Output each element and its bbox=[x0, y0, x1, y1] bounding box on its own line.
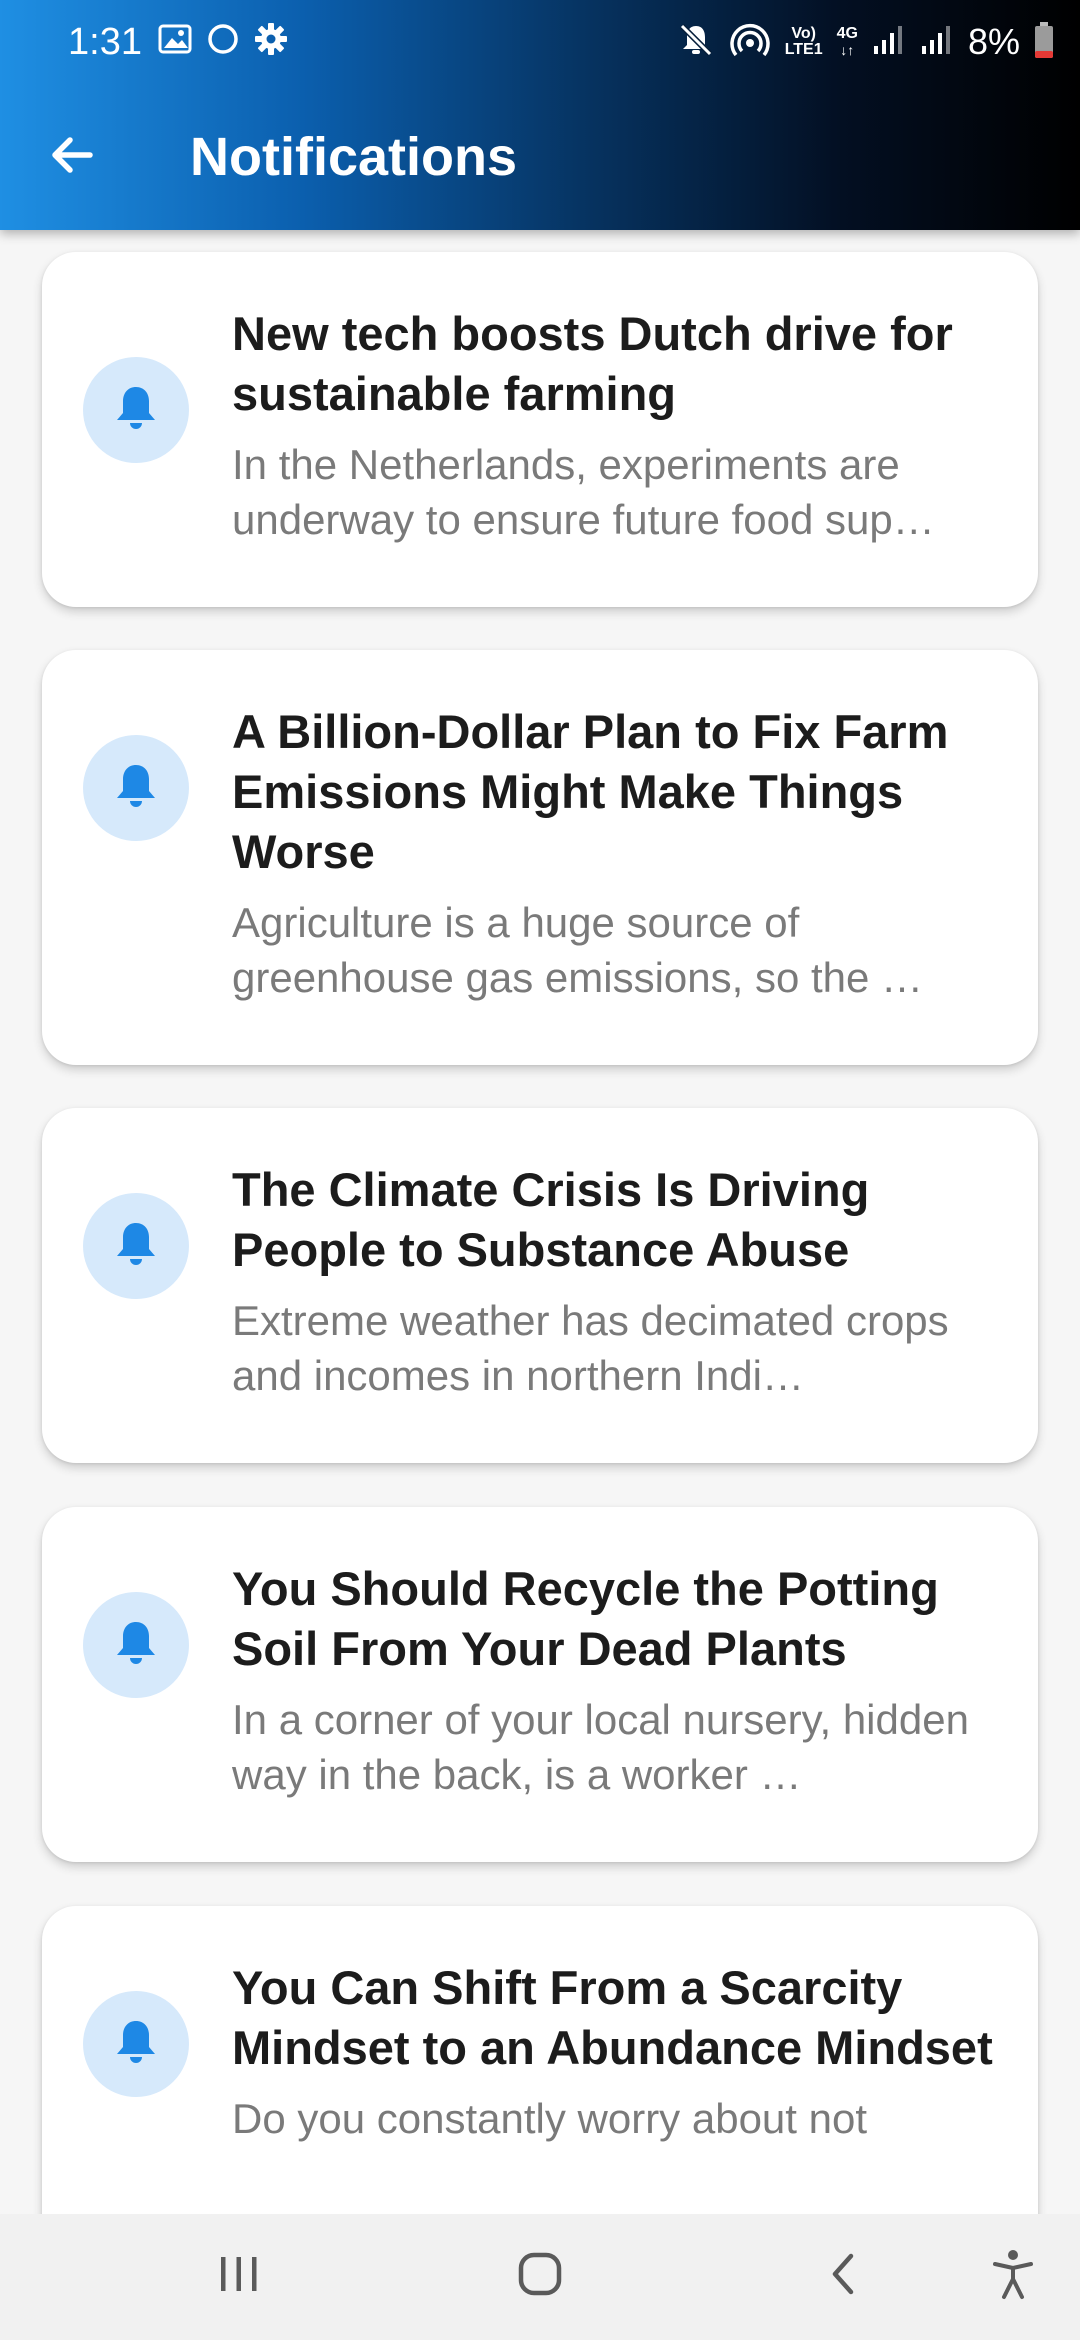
accessibility-icon bbox=[991, 2247, 1035, 2306]
recent-apps-icon bbox=[216, 2253, 262, 2300]
notification-title: You Can Shift From a Scarcity Mindset to… bbox=[232, 1961, 993, 2074]
battery-icon bbox=[1034, 21, 1054, 64]
bell-icon bbox=[112, 383, 160, 438]
notification-list[interactable]: New tech boosts Dutch drive for sustaina… bbox=[0, 230, 1080, 2214]
bell-icon bbox=[112, 761, 160, 816]
back-icon bbox=[823, 2250, 863, 2303]
status-time: 1:31 bbox=[68, 21, 142, 63]
circle-icon bbox=[206, 22, 240, 61]
notification-card[interactable]: New tech boosts Dutch drive for sustaina… bbox=[42, 252, 1038, 607]
status-left-icons bbox=[158, 22, 288, 61]
accessibility-button[interactable] bbox=[978, 2244, 1048, 2308]
bell-icon-container bbox=[83, 1991, 189, 2097]
app-header: 1:31 Vo) LTE1 4G ↓↑ 8% Notifications bbox=[0, 0, 1080, 230]
hotspot-icon bbox=[729, 21, 771, 64]
back-button[interactable] bbox=[36, 121, 108, 193]
home-icon bbox=[516, 2250, 564, 2303]
data-4g-icon: 4G ↓↑ bbox=[836, 25, 858, 59]
bell-icon-container bbox=[83, 735, 189, 841]
notification-card[interactable]: You Can Shift From a Scarcity Mindset to… bbox=[42, 1906, 1038, 2214]
bell-icon-container bbox=[83, 1193, 189, 1299]
signal-icon bbox=[872, 24, 906, 61]
notification-content: New tech boosts Dutch drive for sustaina… bbox=[232, 304, 996, 547]
notification-title: A Billion-Dollar Plan to Fix Farm Emissi… bbox=[232, 705, 949, 878]
recent-apps-button[interactable] bbox=[204, 2244, 274, 2308]
bell-icon bbox=[112, 1618, 160, 1673]
volte-label-top: Vo) bbox=[791, 25, 816, 42]
gallery-icon bbox=[158, 22, 192, 61]
notification-title: The Climate Crisis Is Driving People to … bbox=[232, 1163, 870, 1276]
bell-icon-container bbox=[83, 1592, 189, 1698]
notification-content: You Can Shift From a Scarcity Mindset to… bbox=[232, 1958, 996, 2146]
notification-title: New tech boosts Dutch drive for sustaina… bbox=[232, 307, 953, 420]
notification-card[interactable]: A Billion-Dollar Plan to Fix Farm Emissi… bbox=[42, 650, 1038, 1065]
notification-body: In a corner of your local nursery, hidde… bbox=[232, 1696, 969, 1798]
notification-body: In the Netherlands, experiments are unde… bbox=[232, 441, 935, 543]
back-nav-button[interactable] bbox=[808, 2244, 878, 2308]
notification-content: The Climate Crisis Is Driving People to … bbox=[232, 1160, 996, 1403]
notification-title: You Should Recycle the Potting Soil From… bbox=[232, 1562, 939, 1675]
notification-body: Do you constantly worry about not bbox=[232, 2095, 868, 2142]
bell-icon bbox=[112, 2017, 160, 2072]
mute-icon bbox=[677, 21, 715, 64]
system-nav-bar bbox=[0, 2214, 1080, 2340]
bell-icon bbox=[112, 1219, 160, 1274]
volte-icon: Vo) LTE1 bbox=[785, 26, 823, 58]
bell-icon-container bbox=[83, 357, 189, 463]
notification-body: Agriculture is a huge source of greenhou… bbox=[232, 899, 924, 1001]
volte-label-bottom: LTE1 bbox=[784, 41, 823, 58]
notification-card[interactable]: You Should Recycle the Potting Soil From… bbox=[42, 1507, 1038, 1862]
app-bar: Notifications bbox=[0, 83, 1080, 230]
home-button[interactable] bbox=[505, 2244, 575, 2308]
network-type-label: 4G bbox=[836, 25, 858, 42]
status-right-icons: Vo) LTE1 4G ↓↑ 8% bbox=[677, 18, 1054, 66]
battery-percent: 8% bbox=[967, 21, 1020, 62]
notification-content: You Should Recycle the Potting Soil From… bbox=[232, 1559, 996, 1802]
notification-content: A Billion-Dollar Plan to Fix Farm Emissi… bbox=[232, 702, 996, 1005]
data-arrows-icon: ↓↑ bbox=[840, 42, 855, 58]
page-title: Notifications bbox=[190, 127, 518, 187]
settings-gear-icon bbox=[254, 22, 288, 61]
arrow-left-icon bbox=[46, 129, 98, 186]
notification-card[interactable]: The Climate Crisis Is Driving People to … bbox=[42, 1108, 1038, 1463]
notification-body: Extreme weather has decimated crops and … bbox=[232, 1297, 949, 1399]
signal-icon bbox=[920, 24, 954, 61]
status-bar: 1:31 Vo) LTE1 4G ↓↑ 8% bbox=[0, 0, 1080, 83]
